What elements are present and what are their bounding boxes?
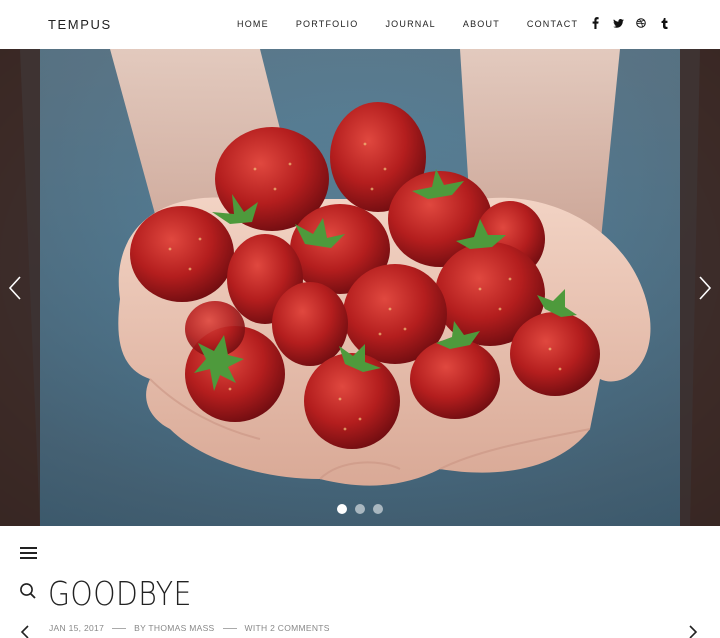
nav-item-home[interactable]: HOME (237, 19, 269, 29)
post-title[interactable]: GOODBYE (48, 574, 192, 613)
next-post-chevron-icon[interactable] (687, 624, 699, 638)
slider-dot-1[interactable] (337, 504, 347, 514)
slider-dot-3[interactable] (373, 504, 383, 514)
post-author[interactable]: BY THOMAS MASS (134, 623, 214, 633)
site-logo[interactable]: TEMPUS (48, 17, 112, 32)
social-links (589, 15, 670, 31)
hero-slider (0, 49, 720, 526)
twitter-icon[interactable] (612, 15, 624, 31)
meta-divider (222, 627, 237, 629)
nav-item-about[interactable]: ABOUT (463, 19, 500, 29)
slider-prev-button[interactable] (0, 261, 30, 315)
post-meta: JAN 15, 2017 BY THOMAS MASS WITH 2 COMME… (49, 623, 330, 633)
slider-dot-2[interactable] (355, 504, 365, 514)
main-nav: HOME PORTFOLIO JOURNAL ABOUT CONTACT (237, 19, 578, 29)
slider-pagination (337, 504, 383, 514)
tumblr-icon[interactable] (658, 15, 670, 31)
slider-next-button[interactable] (690, 261, 720, 315)
chevron-right-icon (699, 276, 712, 300)
prev-post-chevron-icon[interactable] (19, 624, 31, 638)
chevron-left-icon (8, 276, 21, 300)
hero-image (0, 49, 720, 526)
dribbble-icon[interactable] (635, 15, 647, 31)
post-date: JAN 15, 2017 (49, 623, 105, 633)
facebook-icon[interactable] (589, 15, 601, 31)
nav-item-journal[interactable]: JOURNAL (385, 19, 435, 29)
meta-divider (112, 627, 127, 629)
post-comments[interactable]: WITH 2 COMMENTS (245, 623, 330, 633)
search-icon[interactable] (19, 582, 37, 600)
nav-item-contact[interactable]: CONTACT (527, 19, 578, 29)
hamburger-menu-icon[interactable] (20, 547, 37, 560)
site-header: TEMPUS HOME PORTFOLIO JOURNAL ABOUT CONT… (0, 0, 720, 49)
nav-item-portfolio[interactable]: PORTFOLIO (296, 19, 359, 29)
